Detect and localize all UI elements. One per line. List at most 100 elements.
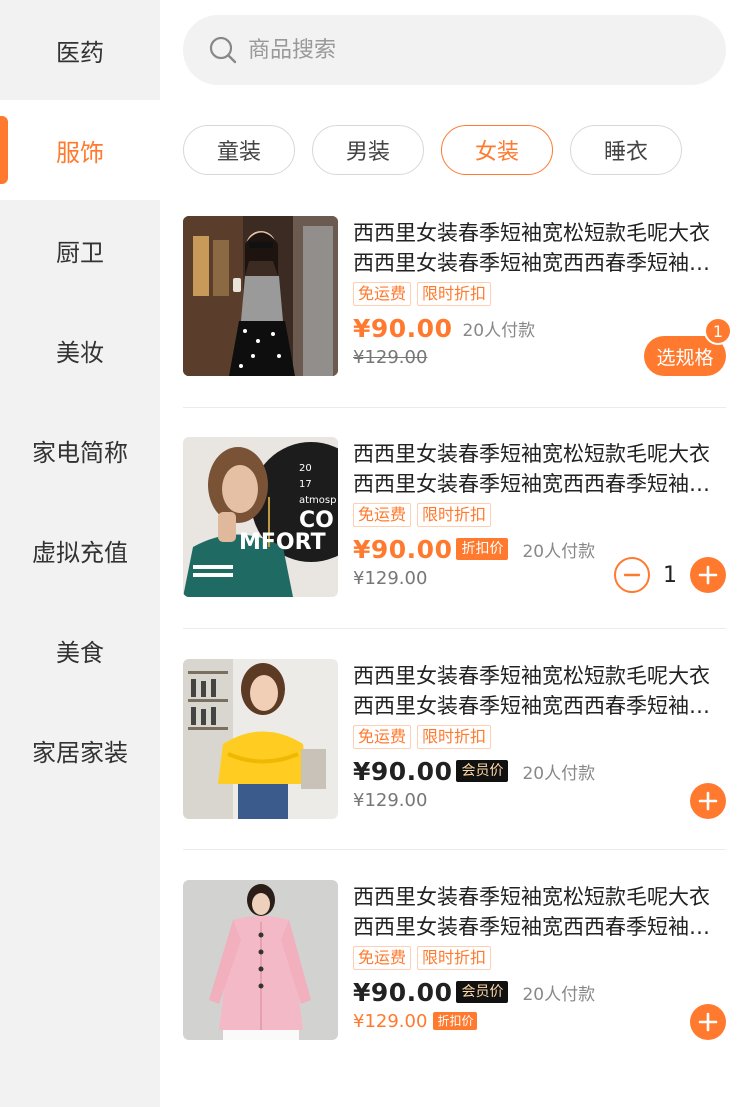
chip-men[interactable]: 男装 <box>312 125 424 175</box>
add-to-cart-button[interactable] <box>690 1004 726 1040</box>
sidebar-item-kitchen-bath[interactable]: 厨卫 <box>0 200 160 300</box>
search-input[interactable] <box>248 37 668 63</box>
cart-count-badge: 1 <box>704 317 732 345</box>
chip-women[interactable]: 女装 <box>441 125 553 175</box>
sidebar-item-appliances[interactable]: 家电简称 <box>0 400 160 500</box>
sidebar-item-label: 家电简称 <box>32 438 128 467</box>
discount-price-badge: 折扣价 <box>433 1012 478 1030</box>
product-card[interactable]: 20 17 atmosp CO MFORT 西西里女装春季短袖宽松短款毛呢大衣 … <box>183 437 728 597</box>
image-text: 17 <box>299 479 312 490</box>
increase-button[interactable] <box>690 557 726 593</box>
sidebar-item-label: 美妆 <box>56 338 104 367</box>
chip-sleepwear[interactable]: 睡衣 <box>570 125 682 175</box>
plus-icon <box>698 565 718 585</box>
product-title[interactable]: 西西里女装春季短袖宽松短款毛呢大衣 西西里女装春季短袖宽西西春季短袖宽松短款 <box>353 882 728 942</box>
sidebar-item-medicine[interactable]: 医药 <box>0 0 160 100</box>
divider <box>183 407 726 408</box>
product-price: ¥90.00 <box>353 313 453 343</box>
minus-icon <box>623 573 641 577</box>
product-title-line: 西西里女装春季短袖宽西西春季短袖宽松短款 <box>353 472 728 496</box>
sidebar-item-label: 服饰 <box>56 138 104 167</box>
original-price: ¥129.00 <box>353 1010 428 1032</box>
divider <box>183 849 726 850</box>
original-price: ¥129.00 <box>353 789 428 811</box>
cart-count-value: 1 <box>712 321 724 341</box>
product-title-line: 西西里女装春季短袖宽松短款毛呢大衣 <box>353 221 710 245</box>
limited-discount-tag: 限时折扣 <box>417 946 492 970</box>
price-row: ¥90.00 会员价 20人付款 <box>353 753 595 789</box>
sidebar-item-label: 厨卫 <box>56 238 104 267</box>
product-image[interactable]: 20 17 atmosp CO MFORT <box>183 437 338 597</box>
original-price-row: ¥129.00 <box>353 565 427 591</box>
chip-kids[interactable]: 童装 <box>183 125 295 175</box>
active-indicator <box>0 116 8 184</box>
product-title-line: 西西里女装春季短袖宽松短款毛呢大衣 <box>353 664 710 688</box>
divider <box>183 628 726 629</box>
product-card[interactable]: 西西里女装春季短袖宽松短款毛呢大衣 西西里女装春季短袖宽西西春季短袖宽松短款 免… <box>183 216 732 376</box>
chip-label: 男装 <box>345 140 390 165</box>
product-price: ¥90.00 <box>353 977 453 1007</box>
chip-label: 童装 <box>216 140 261 165</box>
sidebar-item-apparel[interactable]: 服饰 <box>0 100 160 200</box>
quantity-stepper[interactable]: 1 <box>614 557 726 593</box>
product-card[interactable]: 西西里女装春季短袖宽松短款毛呢大衣 西西里女装春季短袖宽西西春季短袖宽松短款 免… <box>183 659 728 819</box>
paid-count: 20人付款 <box>462 320 536 341</box>
original-price-row: ¥129.00 折扣价 <box>353 1008 478 1034</box>
free-shipping-tag: 免运费 <box>353 282 412 306</box>
image-text: atmosp <box>299 495 336 506</box>
product-tags: 免运费 限时折扣 <box>353 503 492 527</box>
image-text: 20 <box>299 463 312 474</box>
decrease-button[interactable] <box>614 557 650 593</box>
paid-count: 20人付款 <box>522 984 596 1005</box>
price-row: ¥90.00 折扣价 20人付款 <box>353 531 595 567</box>
product-price: ¥90.00 <box>353 534 453 564</box>
original-price-row: ¥129.00 <box>353 787 427 813</box>
chip-label: 女装 <box>474 140 519 165</box>
paid-count: 20人付款 <box>522 763 596 784</box>
sidebar-item-virtual-topup[interactable]: 虚拟充值 <box>0 500 160 600</box>
product-title[interactable]: 西西里女装春季短袖宽松短款毛呢大衣 西西里女装春季短袖宽西西春季短袖宽松短款 <box>353 439 728 499</box>
product-tags: 免运费 限时折扣 <box>353 725 492 749</box>
search-icon <box>209 36 237 64</box>
original-price: ¥129.00 <box>353 567 428 589</box>
sidebar-item-label: 美食 <box>56 638 104 667</box>
product-title-line: 西西里女装春季短袖宽西西春季短袖宽松短款 <box>353 251 728 275</box>
product-title[interactable]: 西西里女装春季短袖宽松短款毛呢大衣 西西里女装春季短袖宽西西春季短袖宽松短款 <box>353 661 728 721</box>
sidebar-item-beauty[interactable]: 美妆 <box>0 300 160 400</box>
limited-discount-tag: 限时折扣 <box>417 503 492 527</box>
select-spec-label: 选规格 <box>656 346 714 369</box>
plus-icon <box>698 1012 718 1032</box>
limited-discount-tag: 限时折扣 <box>417 282 492 306</box>
free-shipping-tag: 免运费 <box>353 946 412 970</box>
limited-discount-tag: 限时折扣 <box>417 725 492 749</box>
product-image[interactable] <box>183 659 338 819</box>
quantity-value: 1 <box>663 562 677 588</box>
product-title[interactable]: 西西里女装春季短袖宽松短款毛呢大衣 西西里女装春季短袖宽西西春季短袖宽松短款 <box>353 218 728 278</box>
member-price-badge: 会员价 <box>456 981 509 1003</box>
product-card[interactable]: 西西里女装春季短袖宽松短款毛呢大衣 西西里女装春季短袖宽西西春季短袖宽松短款 免… <box>183 880 728 1040</box>
product-price: ¥90.00 <box>353 756 453 786</box>
discount-price-badge: 折扣价 <box>456 538 509 560</box>
free-shipping-tag: 免运费 <box>353 503 412 527</box>
category-sidebar: 医药 服饰 厨卫 美妆 家电简称 虚拟充值 美食 家居家装 <box>0 0 160 1107</box>
product-image[interactable] <box>183 216 338 376</box>
sidebar-item-label: 家居家装 <box>32 738 128 767</box>
sidebar-item-label: 医药 <box>56 38 104 67</box>
app-root: 医药 服饰 厨卫 美妆 家电简称 虚拟充值 美食 家居家装 商品搜索 童装 男装… <box>0 0 750 1107</box>
product-image[interactable] <box>183 880 338 1040</box>
product-tags: 免运费 限时折扣 <box>353 282 492 306</box>
sidebar-item-home[interactable]: 家居家装 <box>0 700 160 800</box>
price-row: ¥90.00 会员价 20人付款 <box>353 974 595 1010</box>
free-shipping-tag: 免运费 <box>353 725 412 749</box>
search-bar[interactable] <box>183 15 726 85</box>
image-text: MFORT <box>239 530 326 555</box>
original-price-row: ¥129.00 <box>353 344 427 370</box>
sidebar-item-food[interactable]: 美食 <box>0 600 160 700</box>
original-price: ¥129.00 <box>353 346 428 368</box>
product-tags: 免运费 限时折扣 <box>353 946 492 970</box>
product-title-line: 西西里女装春季短袖宽西西春季短袖宽松短款 <box>353 694 728 718</box>
product-title-line: 西西里女装春季短袖宽西西春季短袖宽松短款 <box>353 915 728 939</box>
sidebar-item-label: 虚拟充值 <box>32 538 128 567</box>
member-price-badge: 会员价 <box>456 760 509 782</box>
add-to-cart-button[interactable] <box>690 783 726 819</box>
